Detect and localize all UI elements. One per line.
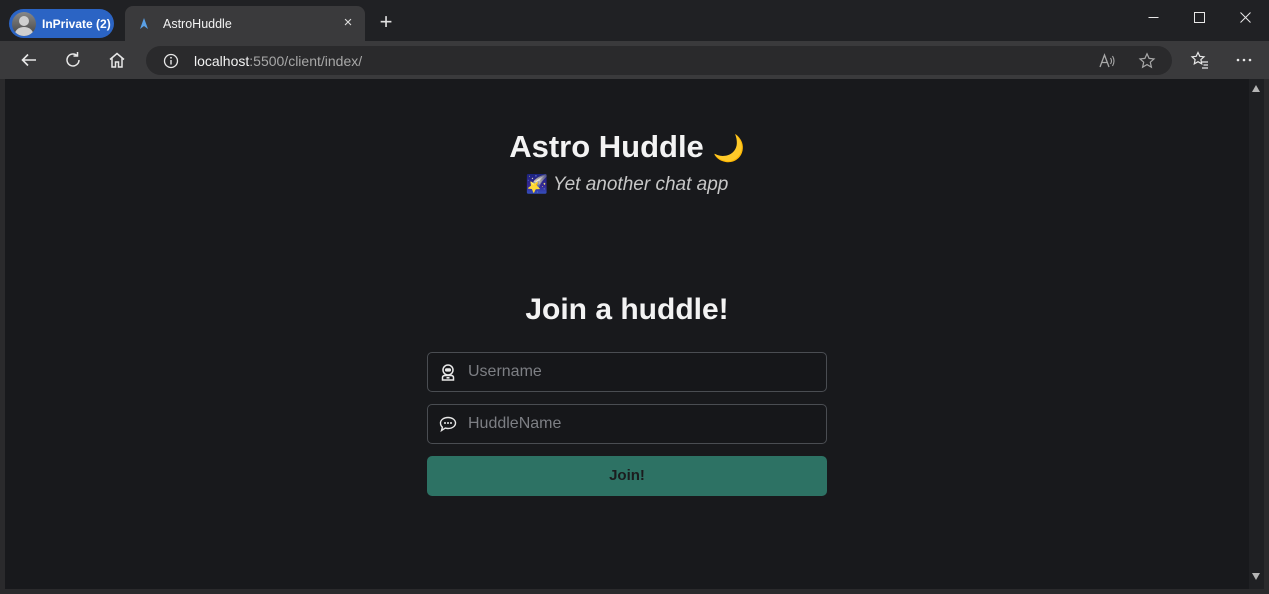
minimize-icon — [1148, 16, 1158, 18]
back-arrow-icon — [21, 53, 36, 67]
maximize-button[interactable] — [1176, 6, 1222, 28]
username-field[interactable] — [427, 352, 827, 392]
url-text[interactable]: localhost:5500/client/index/ — [194, 53, 362, 69]
join-heading: Join a huddle! — [525, 293, 729, 326]
username-input[interactable] — [468, 353, 823, 391]
profile-avatar-icon — [12, 11, 36, 36]
reload-button[interactable] — [61, 48, 85, 72]
page-subtitle: 🌠 Yet another chat app — [5, 174, 1249, 196]
page-viewport: Astro Huddle 🌙 🌠 Yet another chat app Jo… — [5, 79, 1249, 589]
inprivate-label: InPrivate (2) — [42, 16, 111, 31]
astronaut-icon — [439, 363, 457, 381]
new-tab-button[interactable]: + — [376, 11, 396, 33]
maximize-icon — [1193, 11, 1205, 23]
back-button[interactable] — [17, 48, 41, 72]
astrohuddle-favicon-icon — [136, 16, 152, 32]
app-title-text: Astro Huddle — [509, 129, 704, 164]
close-icon — [1239, 11, 1251, 23]
read-aloud-icon[interactable] — [1098, 52, 1116, 70]
join-button[interactable]: Join! — [427, 456, 827, 496]
favorites-list-icon — [1190, 51, 1208, 69]
url-path: :5500/client/index/ — [249, 53, 363, 69]
page-scrollbar[interactable] — [1249, 79, 1264, 589]
window-frame-bottom — [0, 589, 1269, 594]
subtitle-text: Yet another chat app — [552, 174, 729, 195]
tab-astrohuddle[interactable]: AstroHuddle × — [125, 6, 365, 41]
browser-titlebar: InPrivate (2) AstroHuddle × + — [0, 0, 1269, 41]
url-host: localhost — [194, 53, 250, 69]
tab-title: AstroHuddle — [163, 16, 232, 31]
reload-icon — [66, 52, 80, 67]
home-icon — [109, 52, 125, 68]
close-window-button[interactable] — [1222, 6, 1268, 28]
huddle-field[interactable] — [427, 404, 827, 444]
browser-toolbar: localhost:5500/client/index/ — [0, 41, 1269, 79]
add-favorite-star-icon[interactable] — [1138, 52, 1156, 70]
more-dots-icon — [1236, 58, 1252, 62]
site-info-icon[interactable] — [163, 53, 179, 69]
minimize-button[interactable] — [1130, 6, 1176, 28]
huddle-name-input[interactable] — [468, 405, 823, 443]
moon-icon: 🌙 — [712, 133, 745, 163]
page-title: Astro Huddle 🌙 — [5, 129, 1249, 165]
more-options-button[interactable] — [1234, 50, 1254, 70]
scroll-up-arrow-icon[interactable] — [1252, 85, 1260, 92]
address-bar[interactable]: localhost:5500/client/index/ — [146, 46, 1172, 75]
home-button[interactable] — [105, 48, 129, 72]
inprivate-profile-button[interactable]: InPrivate (2) — [9, 9, 114, 38]
tab-close-icon[interactable]: × — [340, 15, 356, 31]
shooting-star-icon: 🌠 — [525, 174, 549, 194]
chat-bubble-icon — [439, 415, 457, 433]
scroll-down-arrow-icon[interactable] — [1252, 573, 1260, 580]
favorites-button[interactable] — [1190, 50, 1210, 70]
window-frame-right — [1264, 79, 1269, 594]
